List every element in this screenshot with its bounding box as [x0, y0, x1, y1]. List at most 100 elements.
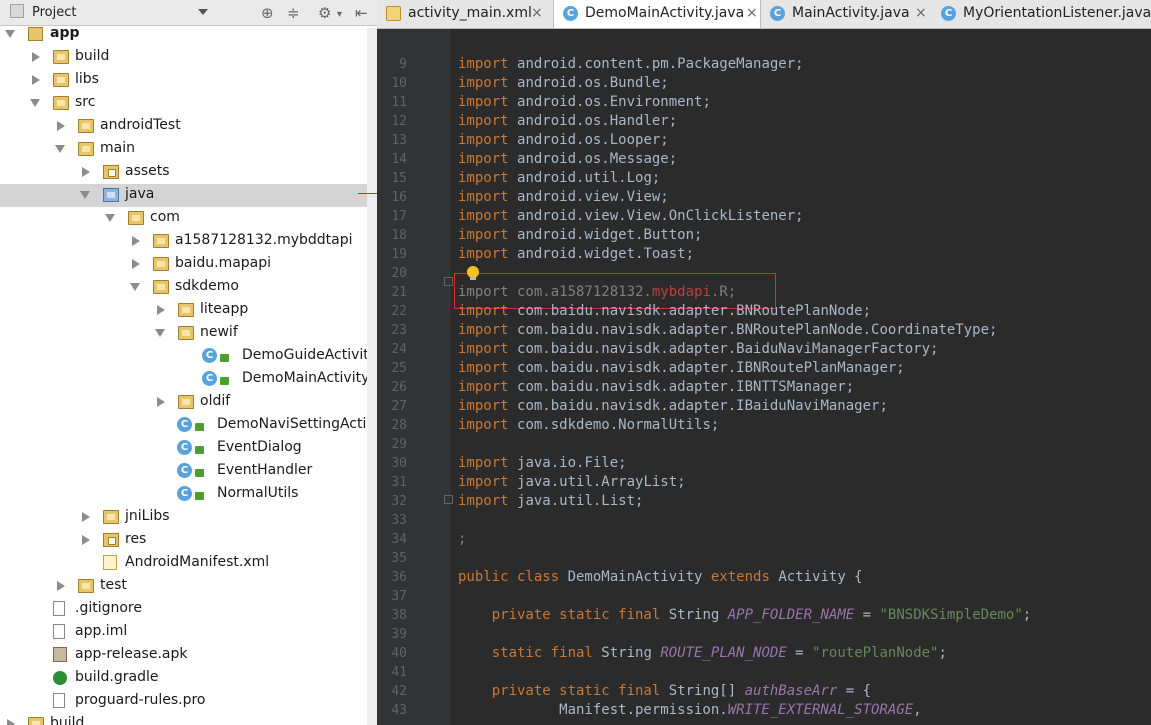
- close-icon[interactable]: ×: [531, 5, 543, 21]
- collapse-arrow-icon[interactable]: [82, 167, 90, 177]
- project-panel-scrollbar[interactable]: [367, 28, 377, 725]
- collapse-arrow-icon[interactable]: [132, 259, 140, 269]
- tree-item[interactable]: a1587128132.mybddtapi: [0, 230, 377, 253]
- fold-marker-icon[interactable]: [444, 277, 453, 286]
- collapse-arrow-icon[interactable]: [82, 535, 90, 545]
- tree-item[interactable]: sdkdemo: [0, 276, 377, 299]
- editor-tab[interactable]: C MainActivity.java ×: [761, 0, 931, 28]
- code-line[interactable]: import java.io.File;: [458, 455, 627, 471]
- tree-item[interactable]: C DemoNaviSettingActivi: [0, 414, 377, 437]
- code-line[interactable]: Manifest.permission.WRITE_EXTERNAL_STORA…: [458, 702, 921, 718]
- collapse-arrow-icon[interactable]: [32, 52, 40, 62]
- fold-marker-icon[interactable]: [444, 495, 453, 504]
- code-line[interactable]: private static final String[] authBaseAr…: [458, 683, 871, 699]
- code-line[interactable]: import java.util.ArrayList;: [458, 474, 686, 490]
- code-line[interactable]: import android.os.Handler;: [458, 113, 677, 129]
- tree-item[interactable]: com: [0, 207, 377, 230]
- expand-arrow-icon[interactable]: [155, 329, 165, 337]
- code-line[interactable]: import com.baidu.navisdk.adapter.IBNRout…: [458, 360, 905, 376]
- code-line[interactable]: import android.view.View;: [458, 189, 669, 205]
- expand-arrow-icon[interactable]: [80, 191, 90, 199]
- tree-item[interactable]: res: [0, 529, 377, 552]
- tree-item[interactable]: java: [0, 184, 377, 207]
- lightbulb-icon[interactable]: [467, 266, 479, 280]
- tree-item[interactable]: app.iml: [0, 621, 377, 644]
- folder-icon: [153, 257, 169, 271]
- tree-item[interactable]: AndroidManifest.xml: [0, 552, 377, 575]
- tree-item[interactable]: jniLibs: [0, 506, 377, 529]
- gear-dropdown-icon[interactable]: ▾: [337, 6, 342, 24]
- editor-tab[interactable]: C MyOrientationListener.java: [932, 0, 1151, 28]
- tree-item[interactable]: C DemoMainActivity: [0, 368, 377, 391]
- tree-item[interactable]: C NormalUtils: [0, 483, 377, 506]
- code-line[interactable]: import android.util.Log;: [458, 170, 660, 186]
- project-view-selector[interactable]: Project: [10, 4, 76, 20]
- hide-panel-icon[interactable]: ⇤: [355, 4, 368, 22]
- collapse-arrow-icon[interactable]: [132, 236, 140, 246]
- tree-item-label: res: [125, 531, 147, 547]
- tree-item[interactable]: androidTest: [0, 115, 377, 138]
- collapse-arrow-icon[interactable]: [157, 397, 165, 407]
- code-line[interactable]: import com.baidu.navisdk.adapter.BaiduNa…: [458, 341, 938, 357]
- code-line[interactable]: import android.os.Looper;: [458, 132, 669, 148]
- expand-arrow-icon[interactable]: [105, 214, 115, 222]
- collapse-arrow-icon[interactable]: [7, 719, 15, 725]
- tree-item[interactable]: C EventHandler: [0, 460, 377, 483]
- code-line[interactable]: import android.os.Environment;: [458, 94, 711, 110]
- tree-item[interactable]: app: [0, 23, 377, 46]
- code-line[interactable]: import java.util.List;: [458, 493, 643, 509]
- code-line[interactable]: import android.os.Message;: [458, 151, 677, 167]
- expand-arrow-icon[interactable]: [5, 30, 15, 38]
- editor-tab[interactable]: activity_main.xml ×: [377, 0, 547, 28]
- code-line[interactable]: ;: [458, 531, 466, 547]
- line-number: 26: [391, 380, 407, 395]
- code-line[interactable]: import com.baidu.navisdk.adapter.IBNTTSM…: [458, 379, 854, 395]
- code-line[interactable]: import android.content.pm.PackageManager…: [458, 56, 804, 72]
- code-line[interactable]: public class DemoMainActivity extends Ac…: [458, 569, 863, 585]
- code-line[interactable]: import com.baidu.navisdk.adapter.IBaiduN…: [458, 398, 888, 414]
- tree-item[interactable]: assets: [0, 161, 377, 184]
- code-line[interactable]: import android.view.View.OnClickListener…: [458, 208, 804, 224]
- tree-item[interactable]: C DemoGuideActivity: [0, 345, 377, 368]
- code-editor[interactable]: 9 10 11 12 13 14 15 16 17 18 19 20 21 22 23 24 25 26 27 28 2…: [377, 29, 1151, 725]
- tree-item[interactable]: oldif: [0, 391, 377, 414]
- collapse-all-icon[interactable]: ≑: [287, 4, 300, 22]
- collapse-arrow-icon[interactable]: [82, 512, 90, 522]
- tree-item[interactable]: liteapp: [0, 299, 377, 322]
- target-icon[interactable]: ⊕: [261, 4, 274, 22]
- code-line[interactable]: static final String ROUTE_PLAN_NODE = "r…: [458, 645, 947, 661]
- collapse-arrow-icon[interactable]: [57, 121, 65, 131]
- tree-item[interactable]: C EventDialog: [0, 437, 377, 460]
- code-line[interactable]: import com.baidu.navisdk.adapter.BNRoute…: [458, 322, 997, 338]
- tree-item[interactable]: baidu.mapapi: [0, 253, 377, 276]
- expand-arrow-icon[interactable]: [30, 99, 40, 107]
- code-line[interactable]: import com.a1587128132.mybdapi.R;: [458, 284, 736, 300]
- tree-item[interactable]: proguard-rules.pro: [0, 690, 377, 713]
- tree-item[interactable]: build.gradle: [0, 667, 377, 690]
- code-line[interactable]: import com.baidu.navisdk.adapter.BNRoute…: [458, 303, 871, 319]
- collapse-arrow-icon[interactable]: [157, 305, 165, 315]
- close-icon[interactable]: ×: [915, 5, 927, 21]
- code-line[interactable]: import android.widget.Toast;: [458, 246, 694, 262]
- tree-item[interactable]: build: [0, 46, 377, 69]
- tree-item[interactable]: build: [0, 713, 377, 725]
- expand-arrow-icon[interactable]: [55, 145, 65, 153]
- tree-item[interactable]: src: [0, 92, 377, 115]
- code-line[interactable]: private static final String APP_FOLDER_N…: [458, 607, 1032, 623]
- code-line[interactable]: import android.widget.Button;: [458, 227, 702, 243]
- close-icon[interactable]: ×: [746, 5, 758, 21]
- gear-icon[interactable]: ⚙: [318, 4, 331, 22]
- tree-item[interactable]: .gitignore: [0, 598, 377, 621]
- tree-item[interactable]: test: [0, 575, 377, 598]
- editor-tab[interactable]: C DemoMainActivity.java ×: [553, 0, 761, 28]
- collapse-arrow-icon[interactable]: [57, 581, 65, 591]
- tree-item[interactable]: newif: [0, 322, 377, 345]
- code-line[interactable]: import android.os.Bundle;: [458, 75, 669, 91]
- chevron-down-icon[interactable]: [198, 9, 208, 15]
- collapse-arrow-icon[interactable]: [32, 75, 40, 85]
- code-line[interactable]: import com.sdkdemo.NormalUtils;: [458, 417, 719, 433]
- tree-item[interactable]: libs: [0, 69, 377, 92]
- expand-arrow-icon[interactable]: [130, 283, 140, 291]
- tree-item[interactable]: main: [0, 138, 377, 161]
- tree-item[interactable]: app-release.apk: [0, 644, 377, 667]
